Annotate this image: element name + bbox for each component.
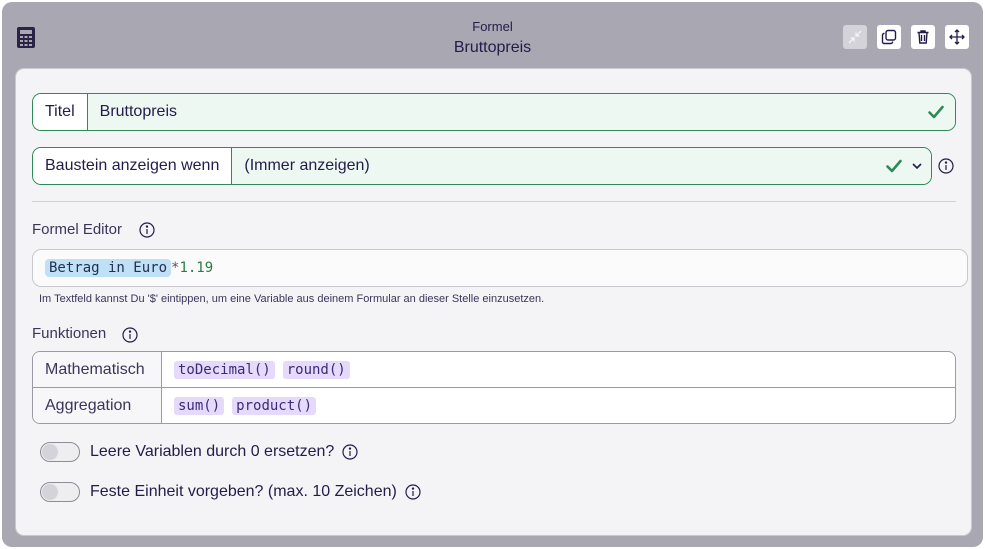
toggle-label: Feste Einheit vorgeben? (max. 10 Zeichen… (90, 483, 397, 500)
function-chip[interactable]: toDecimal() (174, 360, 275, 379)
duplicate-button[interactable] (877, 25, 901, 49)
table-row: Mathematisch toDecimal() round() (33, 352, 955, 388)
chevron-down-icon[interactable] (911, 160, 923, 172)
formula-block-window: Formel Bruttopreis Titel Bruttopreis Bau… (2, 2, 983, 547)
condition-select[interactable]: (Immer anzeigen) (232, 148, 885, 184)
valid-check-icon (927, 94, 955, 130)
trash-icon (917, 30, 929, 44)
formula-variable-chip[interactable]: Betrag in Euro (45, 259, 172, 277)
move-button[interactable] (945, 25, 969, 49)
formula-operator: * (171, 260, 180, 276)
function-chip[interactable]: round() (282, 360, 350, 379)
fixed-unit-toggle[interactable] (40, 482, 80, 502)
function-chip[interactable]: product() (232, 396, 317, 415)
info-icon[interactable] (139, 222, 155, 238)
info-icon[interactable] (938, 158, 954, 174)
info-icon[interactable] (122, 327, 138, 343)
block-title: Bruttopreis (453, 39, 532, 56)
empty-vars-toggle[interactable] (40, 442, 80, 462)
formula-number: 1.19 (179, 260, 214, 276)
copy-icon (881, 29, 897, 45)
block-type-label: Formel (472, 19, 513, 34)
condition-field[interactable]: Baustein anzeigen wenn (Immer anzeigen) (32, 147, 932, 185)
toggle-label: Leere Variablen durch 0 ersetzen? (90, 443, 335, 460)
info-icon[interactable] (342, 444, 358, 460)
divider (32, 201, 956, 202)
formula-hint-text: Im Textfeld kannst Du '$' eintippen, um … (39, 293, 545, 305)
valid-check-icon (886, 159, 902, 173)
collapse-button[interactable] (843, 25, 867, 49)
title-field[interactable]: Titel Bruttopreis (32, 93, 956, 131)
function-category: Mathematisch (33, 352, 162, 387)
function-chip[interactable]: sum() (174, 396, 225, 415)
collapse-icon (848, 30, 862, 44)
info-icon[interactable] (405, 484, 421, 500)
functions-label: Funktionen (32, 325, 107, 342)
condition-field-label: Baustein anzeigen wenn (33, 148, 233, 184)
formula-editor-label: Formel Editor (32, 221, 123, 238)
table-row: Aggregation sum() product() (33, 388, 955, 423)
function-category: Aggregation (33, 388, 162, 423)
title-field-label: Titel (33, 94, 88, 130)
formula-editor-input[interactable]: Betrag in Euro * 1.19 (32, 249, 968, 287)
block-body: Titel Bruttopreis Baustein anzeigen wenn… (15, 68, 972, 536)
title-input[interactable]: Bruttopreis (87, 94, 927, 130)
functions-table: Mathematisch toDecimal() round() Aggrega… (32, 351, 956, 424)
empty-vars-toggle-row: Leere Variablen durch 0 ersetzen? (40, 442, 358, 462)
fixed-unit-toggle-row: Feste Einheit vorgeben? (max. 10 Zeichen… (40, 482, 421, 502)
delete-button[interactable] (911, 25, 935, 49)
move-icon (949, 29, 965, 45)
